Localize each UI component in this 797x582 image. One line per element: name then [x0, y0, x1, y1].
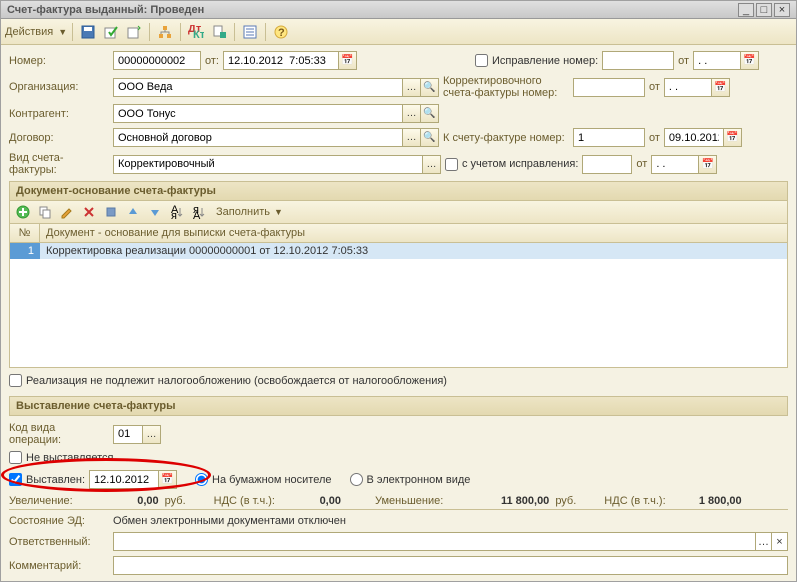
table-row[interactable]: 1 Корректировка реализации 00000000001 о… — [10, 243, 787, 259]
maximize-button[interactable]: □ — [756, 3, 772, 17]
structure-icon[interactable] — [155, 22, 175, 42]
correction-checkbox[interactable] — [475, 54, 488, 67]
list-icon[interactable] — [240, 22, 260, 42]
corr-sf-num-input[interactable] — [573, 78, 645, 97]
correction-num-input[interactable] — [602, 51, 674, 70]
contractor-input[interactable] — [113, 104, 403, 123]
with-correction-date-input[interactable] — [651, 155, 699, 174]
ellipsis-icon[interactable]: … — [403, 78, 421, 97]
correction-date-input[interactable] — [693, 51, 741, 70]
main-toolbar: Действия▼ ДтКт ? — [1, 19, 796, 45]
op-code-input[interactable] — [113, 425, 143, 444]
svg-text:Кт: Кт — [193, 29, 204, 39]
calendar-icon[interactable]: 📅 — [159, 470, 177, 489]
ellipsis-icon[interactable]: … — [403, 104, 421, 123]
ellipsis-icon[interactable]: … — [755, 533, 771, 550]
section-issue-header: Выставление счета-фактуры — [9, 396, 788, 416]
clear-icon[interactable]: × — [771, 533, 787, 550]
ellipsis-icon[interactable]: … — [403, 128, 421, 147]
sf-type-input[interactable] — [113, 155, 423, 174]
issued-checkbox[interactable] — [9, 473, 22, 486]
fill-menu[interactable]: Заполнить — [216, 206, 270, 218]
responsible-label: Ответственный: — [9, 536, 109, 548]
paper-radio[interactable] — [195, 473, 208, 486]
ed-state-text: Обмен электронными документами отключен — [113, 515, 346, 527]
org-input[interactable] — [113, 78, 403, 97]
svg-text:я: я — [171, 210, 177, 219]
doc-green-icon[interactable] — [209, 22, 229, 42]
titlebar: Счет-фактура выданный: Проведен _ □ × — [1, 1, 796, 19]
col-doc[interactable]: Документ - основание для выписки счета-ф… — [40, 224, 787, 242]
with-correction-num-input[interactable] — [582, 155, 632, 174]
add-icon[interactable] — [14, 203, 32, 221]
actions-menu[interactable]: Действия — [5, 26, 53, 38]
sf-type-label: Вид счета-фактуры: — [9, 152, 109, 176]
minimize-button[interactable]: _ — [738, 3, 754, 17]
calendar-icon[interactable]: 📅 — [699, 155, 717, 174]
number-label: Номер: — [9, 55, 109, 67]
ed-state-label: Состояние ЭД: — [9, 515, 109, 527]
corr-sf-date-input[interactable] — [664, 78, 712, 97]
correction-label: Исправление номер: — [492, 55, 598, 67]
down-icon[interactable] — [146, 203, 164, 221]
ellipsis-icon[interactable]: … — [143, 425, 161, 444]
tax-exempt-checkbox[interactable] — [9, 374, 22, 387]
window-title: Счет-фактура выданный: Проведен — [7, 4, 204, 16]
issued-label: Выставлен: — [26, 474, 85, 486]
calendar-icon[interactable]: 📅 — [724, 128, 742, 147]
ellipsis-icon[interactable]: … — [423, 155, 441, 174]
svg-text:?: ? — [278, 27, 285, 39]
to-sf-date-input[interactable] — [664, 128, 724, 147]
search-icon[interactable]: 🔍 — [421, 104, 439, 123]
org-label: Организация: — [9, 81, 109, 93]
table-toolbar: Aя яA Заполнить▼ — [9, 201, 788, 224]
edit-icon[interactable] — [58, 203, 76, 221]
number-input[interactable] — [113, 51, 201, 70]
dtkt-icon[interactable]: ДтКт — [186, 22, 206, 42]
copy-icon[interactable] — [36, 203, 54, 221]
basis-table: № Документ - основание для выписки счета… — [9, 224, 788, 368]
electronic-radio[interactable] — [350, 473, 363, 486]
contract-label: Договор: — [9, 132, 109, 144]
date-input[interactable] — [223, 51, 339, 70]
close-button[interactable]: × — [774, 3, 790, 17]
comment-input[interactable] — [113, 556, 788, 575]
col-num[interactable]: № — [10, 224, 40, 242]
repost-icon[interactable] — [124, 22, 144, 42]
section-basis-header: Документ-основание счета-фактуры — [9, 181, 788, 201]
calendar-icon[interactable]: 📅 — [712, 78, 730, 97]
post-icon[interactable] — [101, 22, 121, 42]
issued-date-input[interactable] — [89, 470, 159, 489]
to-sf-num-input[interactable] — [573, 128, 645, 147]
from-label: от: — [205, 55, 219, 67]
search-icon[interactable]: 🔍 — [421, 128, 439, 147]
calendar-icon[interactable]: 📅 — [339, 51, 357, 70]
comment-label: Комментарий: — [9, 560, 109, 572]
help-icon[interactable]: ? — [271, 22, 291, 42]
delete-icon[interactable] — [80, 203, 98, 221]
search-icon[interactable]: 🔍 — [421, 78, 439, 97]
not-issued-checkbox[interactable] — [9, 451, 22, 464]
calendar-icon[interactable]: 📅 — [741, 51, 759, 70]
contractor-label: Контрагент: — [9, 108, 109, 120]
end-icon[interactable] — [102, 203, 120, 221]
op-code-label: Код вида операции: — [9, 422, 109, 446]
sort-asc-icon[interactable]: Aя — [168, 203, 186, 221]
contract-input[interactable] — [113, 128, 403, 147]
with-correction-checkbox[interactable] — [445, 158, 458, 171]
up-icon[interactable] — [124, 203, 142, 221]
responsible-input[interactable]: …× — [113, 532, 788, 551]
save-icon[interactable] — [78, 22, 98, 42]
sort-desc-icon[interactable]: яA — [190, 203, 208, 221]
